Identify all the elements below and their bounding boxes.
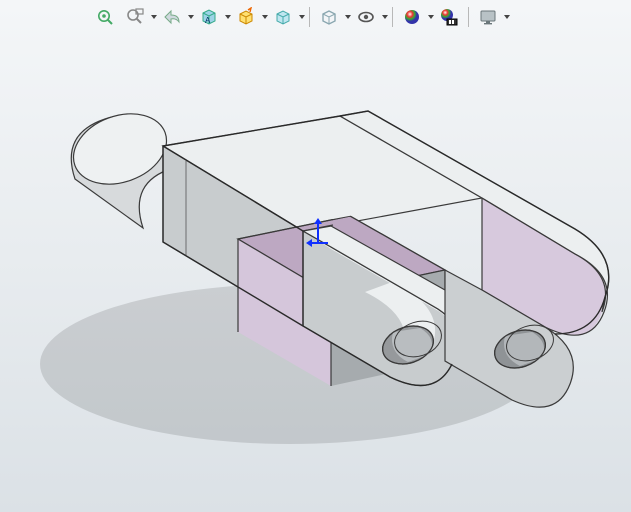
appearance-dropdown[interactable] (428, 15, 434, 19)
previous-view-dropdown[interactable] (188, 15, 194, 19)
toolbar-separator-2 (392, 7, 393, 27)
scene-button[interactable] (437, 5, 461, 29)
model-canvas (0, 34, 631, 512)
hide-show-button[interactable] (317, 5, 341, 29)
section-a-label: A (205, 16, 211, 25)
zoom-window-button[interactable] (123, 5, 147, 29)
zoom-to-fit-button[interactable] (93, 5, 117, 29)
display-style-button[interactable] (271, 5, 295, 29)
toolbar-separator-3 (468, 7, 469, 27)
orientation-dropdown[interactable] (262, 15, 268, 19)
viewport-button[interactable] (476, 5, 500, 29)
visibility-dropdown[interactable] (382, 15, 388, 19)
section-dropdown[interactable] (225, 15, 231, 19)
appearance-button[interactable] (400, 5, 424, 29)
hide-show-dropdown[interactable] (345, 15, 351, 19)
zoom-dropdown[interactable] (151, 15, 157, 19)
section-view-button[interactable]: A (197, 5, 221, 29)
graphics-viewport[interactable] (0, 34, 631, 512)
viewport-dropdown[interactable] (504, 15, 510, 19)
orientation-button[interactable] (234, 5, 258, 29)
display-style-dropdown[interactable] (299, 15, 305, 19)
origin-triad (308, 222, 328, 252)
toolbar-separator-1 (309, 7, 310, 27)
previous-view-button[interactable] (160, 5, 184, 29)
visibility-button[interactable] (354, 5, 378, 29)
view-toolbar: A (0, 2, 631, 32)
